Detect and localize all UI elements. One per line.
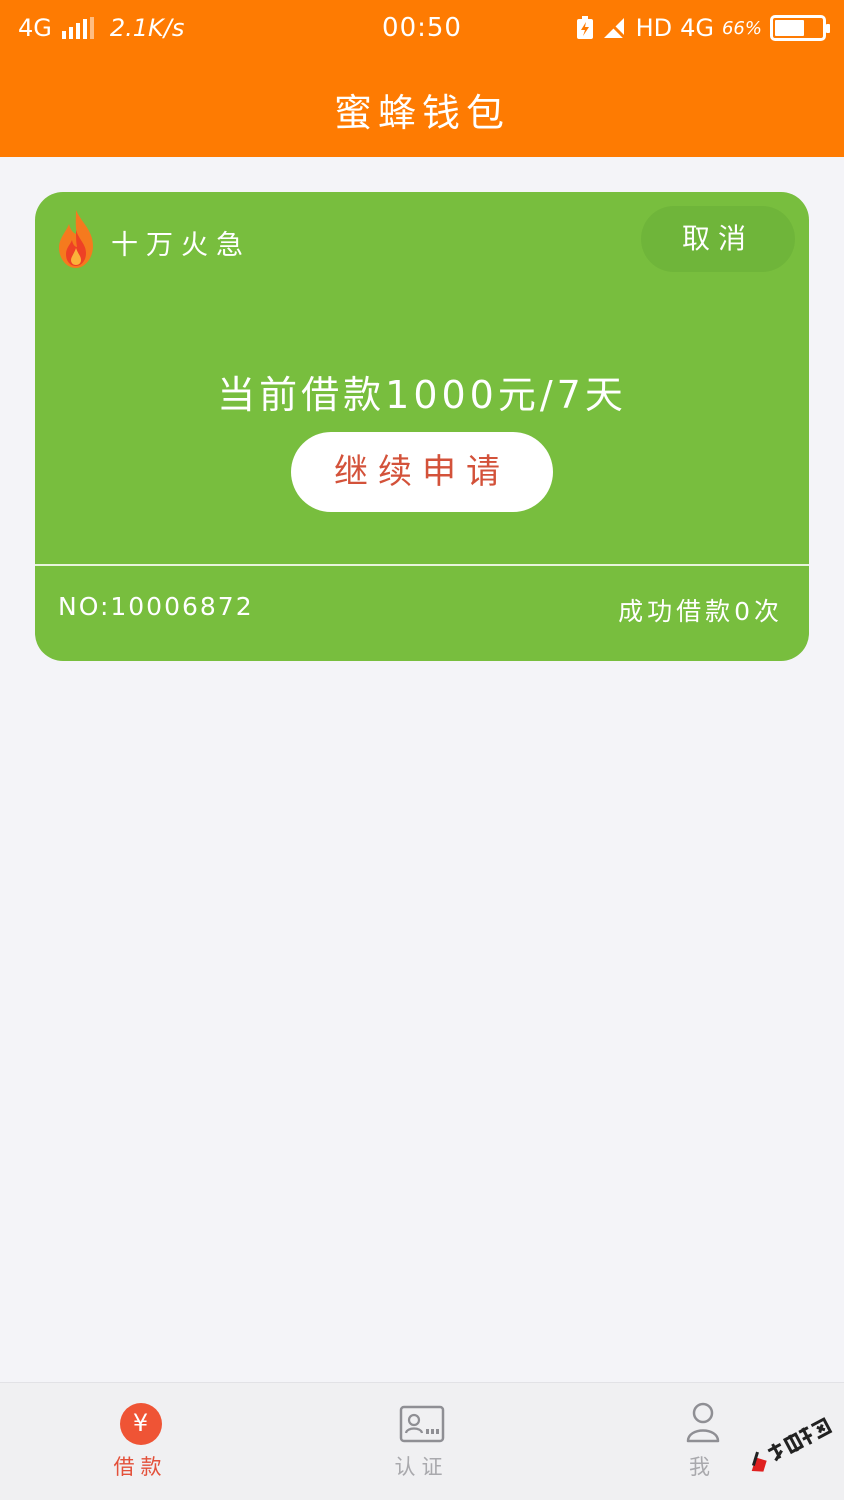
card-divider <box>35 564 809 566</box>
battery-fill <box>775 20 804 36</box>
network-type: 4G <box>18 14 52 42</box>
page-title: 蜜蜂钱包 <box>333 91 510 135</box>
tab-verify[interactable]: 认证 <box>281 1383 562 1500</box>
urgent-tag: 十万火急 <box>111 230 251 261</box>
network-type-right: 4G <box>680 14 714 42</box>
id-card-icon <box>399 1405 444 1443</box>
status-time: 00:50 <box>382 13 462 43</box>
yen-icon: ¥ <box>119 1403 162 1445</box>
loan-card: 十万火急 取消 当前借款1000元/7天 继续申请 NO:10006872 成功… <box>35 192 809 661</box>
flame-icon <box>59 210 93 268</box>
continue-apply-button[interactable]: 继续申请 <box>291 432 553 512</box>
cancel-button[interactable]: 取消 <box>641 206 795 272</box>
current-loan-text: 当前借款1000元/7天 <box>217 373 627 417</box>
card-top: 十万火急 取消 <box>35 192 809 286</box>
bottom-tab-bar: ¥ 借款 认证 我 <box>0 1382 844 1500</box>
battery-percent: 66% <box>721 17 762 39</box>
status-bar: 4G 2.1K/s 00:50 HD 4G 66% <box>0 0 844 56</box>
person-icon <box>686 1402 719 1443</box>
loan-number: NO:10006872 <box>58 592 254 621</box>
status-left: 4G 2.1K/s <box>18 14 318 42</box>
network-speed: 2.1K/s <box>109 14 185 42</box>
watermark-logo-icon <box>751 1417 833 1472</box>
no-sim-signal-icon <box>603 16 627 40</box>
battery-icon <box>770 15 830 41</box>
tab-verify-label: 认证 <box>394 1455 449 1479</box>
hd-indicator: HD <box>635 14 673 42</box>
app-header: 4G 2.1K/s 00:50 HD 4G 66% 蜜蜂钱包 <box>0 0 844 157</box>
tab-loan-label: 借款 <box>113 1455 168 1479</box>
success-loan-count: 成功借款0次 <box>618 597 783 626</box>
signal-icon <box>61 17 94 39</box>
status-right: HD 4G 66% <box>526 14 830 42</box>
charging-icon <box>576 16 593 39</box>
tab-loan[interactable]: ¥ 借款 <box>0 1383 281 1500</box>
